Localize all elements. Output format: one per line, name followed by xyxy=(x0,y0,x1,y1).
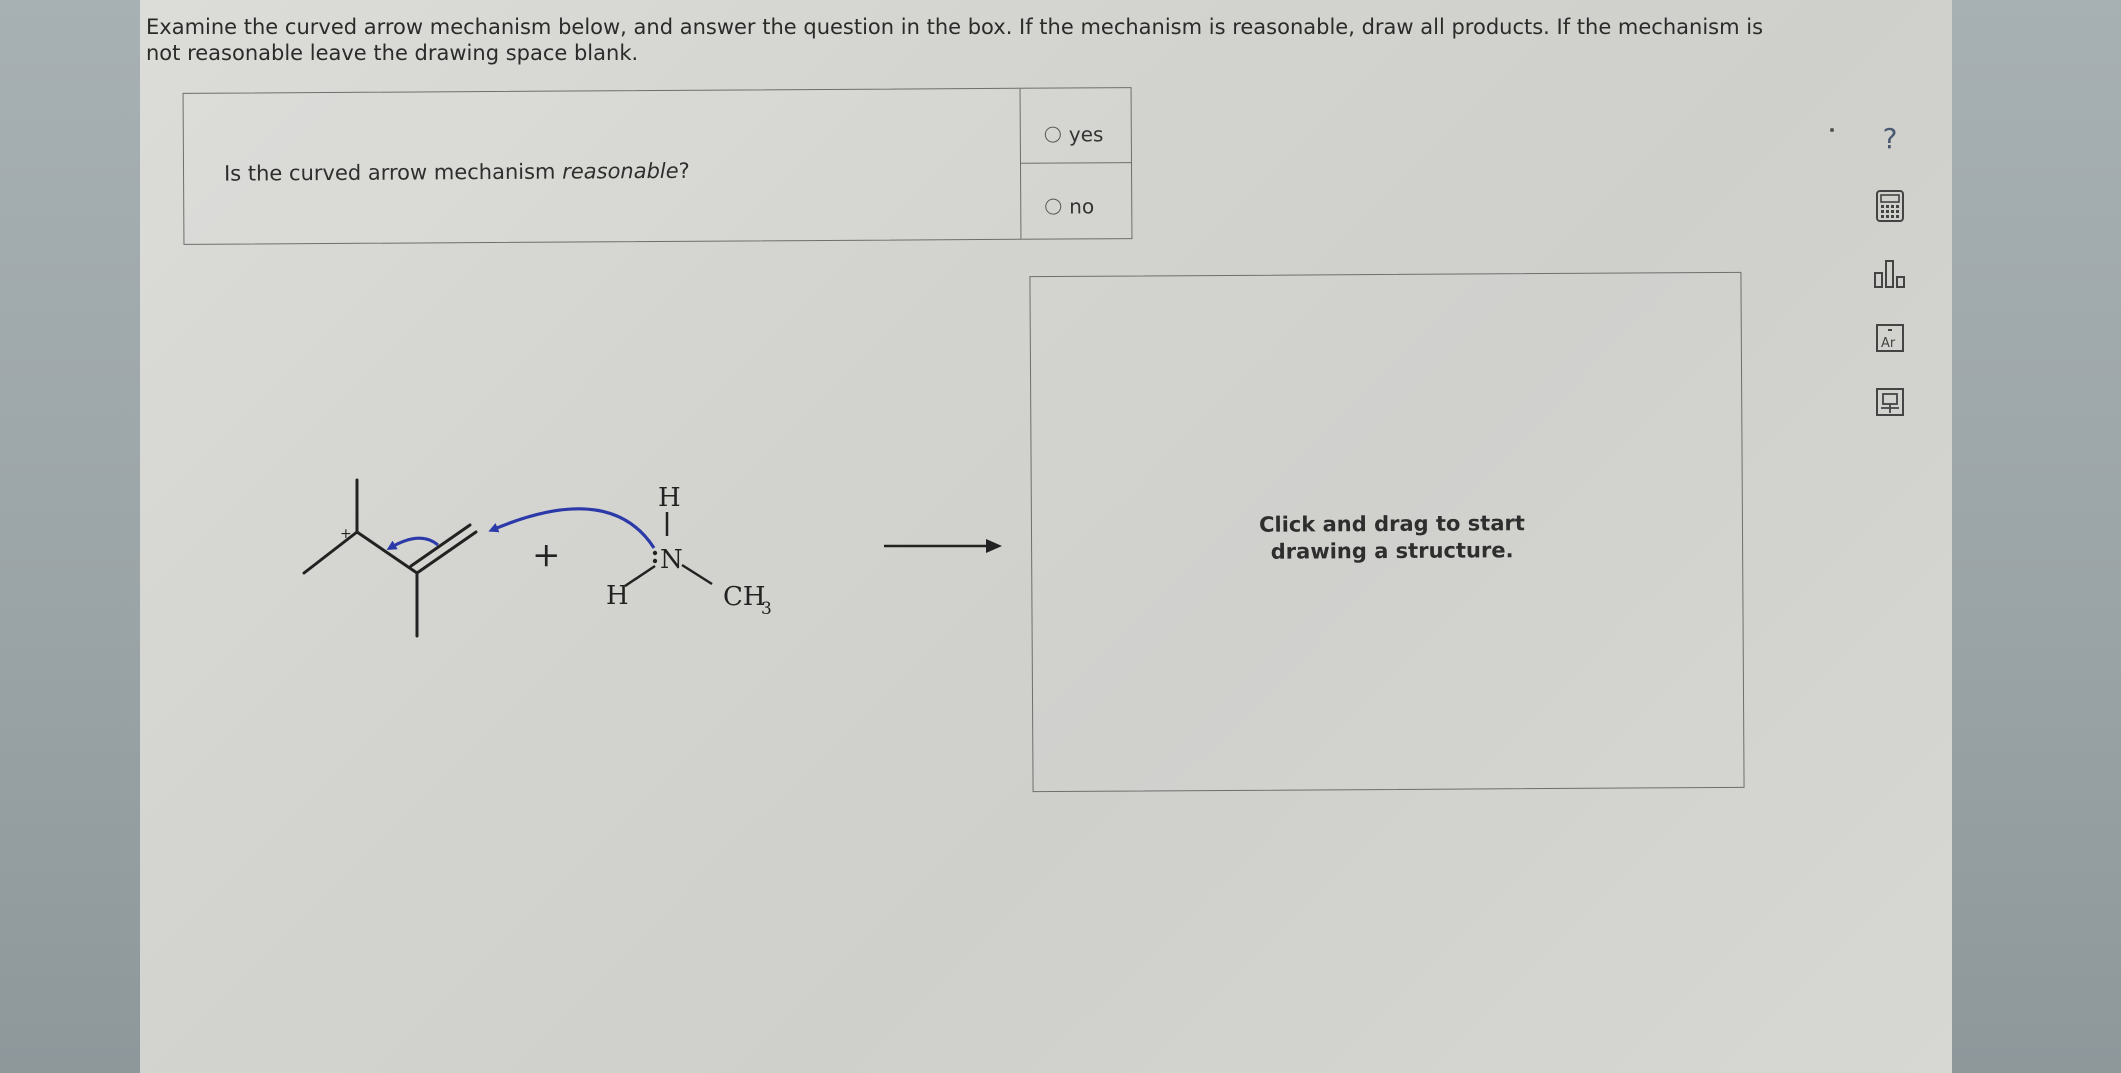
stray-mark xyxy=(1830,128,1834,132)
calculator-icon xyxy=(1876,190,1904,222)
answer-divider xyxy=(1020,162,1132,164)
bond-n-h-left xyxy=(624,564,656,588)
answer-options: yes no xyxy=(1019,88,1133,239)
option-no[interactable]: no xyxy=(1045,194,1094,218)
carbocation-structure xyxy=(302,478,478,638)
data-chart-button[interactable] xyxy=(1870,254,1910,294)
radio-yes[interactable] xyxy=(1044,126,1061,143)
calculator-button[interactable] xyxy=(1870,186,1910,226)
screen: Examine the curved arrow mechanism below… xyxy=(0,0,2121,1073)
methylamine-structure: H N H CH 3 xyxy=(606,483,772,619)
reference-icon xyxy=(1876,388,1904,416)
methyl-group: CH xyxy=(723,582,766,612)
lone-pair-dot-1 xyxy=(652,550,658,556)
radio-no[interactable] xyxy=(1045,198,1062,215)
mechanism-diagram: + + H N H CH 3 xyxy=(302,478,772,638)
option-yes-label: yes xyxy=(1068,122,1104,147)
question-emphasis: reasonable xyxy=(562,158,679,184)
bond-cation-center xyxy=(355,530,419,575)
atom-h-top: H xyxy=(658,483,681,513)
reference-button[interactable] xyxy=(1870,382,1910,422)
option-yes[interactable]: yes xyxy=(1044,122,1104,147)
atom-h-left: H xyxy=(606,581,629,611)
question-suffix: ? xyxy=(678,158,690,183)
bond-n-methyl xyxy=(681,563,713,586)
drawing-prompt: Click and drag to start drawing a struct… xyxy=(1212,510,1572,566)
bar-chart-icon xyxy=(1874,260,1905,288)
plus-sign: + xyxy=(532,535,561,575)
option-no-label: no xyxy=(1069,194,1095,219)
periodic-table-icon: Ar xyxy=(1876,324,1904,352)
positive-charge: + xyxy=(340,526,352,542)
help-button[interactable]: ? xyxy=(1870,118,1910,158)
drawing-prompt-line1: Click and drag to start xyxy=(1258,511,1525,537)
periodic-table-button[interactable]: Ar xyxy=(1870,318,1910,358)
question-text: Is the curved arrow mechanism reasonable… xyxy=(224,159,690,186)
lone-pair-dot-2 xyxy=(652,558,658,564)
curved-arrow-lone-pair xyxy=(488,507,656,549)
methyl-subscript: 3 xyxy=(761,599,772,619)
double-bond-2 xyxy=(409,523,472,568)
curved-arrow-pi-bond xyxy=(386,536,439,551)
drawing-prompt-line2: drawing a structure. xyxy=(1270,538,1514,564)
reaction-arrow xyxy=(884,539,1002,553)
question-prefix: Is the curved arrow mechanism xyxy=(223,159,563,186)
help-icon: ? xyxy=(1882,121,1898,155)
structure-drawing-area[interactable]: Click and drag to start drawing a struct… xyxy=(1029,271,1745,793)
svg-text:Ar: Ar xyxy=(1881,336,1896,351)
question-box: Is the curved arrow mechanism reasonable… xyxy=(182,87,1133,245)
instructions-text: Examine the curved arrow mechanism below… xyxy=(146,15,1764,65)
atom-n: N xyxy=(660,545,683,575)
